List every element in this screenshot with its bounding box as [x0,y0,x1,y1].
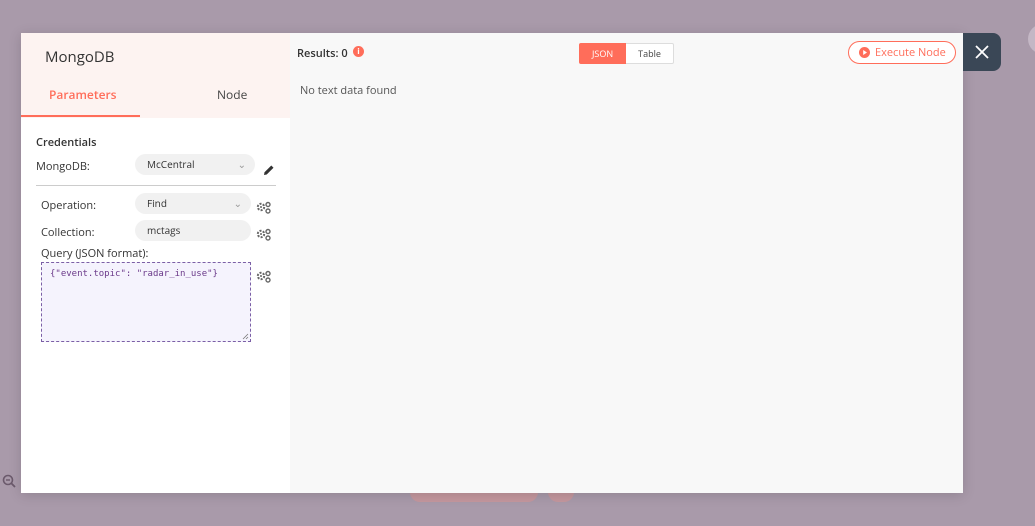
results-count: Results: 0 [297,46,348,61]
tab-node[interactable]: Node [217,86,247,103]
execute-node-label: Execute Node [875,45,946,60]
pencil-icon[interactable] [263,159,275,175]
query-json-input[interactable]: {"event.topic": "radar_in_use"} [41,262,251,342]
chevron-down-icon: ⌄ [233,196,242,210]
zoom-out-icon[interactable] [0,474,18,492]
play-circle-icon [859,47,870,58]
info-icon[interactable]: i [353,46,364,57]
query-value: {"event.topic": "radar_in_use"} [50,269,218,279]
collection-input[interactable]: mctags [135,220,251,241]
operation-label: Operation: [41,198,97,213]
node-details-dialog: MongoDB Parameters Node Credentials Mong… [21,33,963,493]
execute-node-button[interactable]: Execute Node [848,41,956,64]
operation-select[interactable]: Find ⌄ [135,193,251,214]
credentials-heading: Credentials [36,135,97,150]
mongodb-credential-value: McCentral [147,157,195,171]
canvas-node-stub [1028,24,1035,54]
collection-value: mctags [147,223,181,237]
mongodb-credential-label: MongoDB: [36,159,90,174]
view-json-button[interactable]: JSON [579,43,627,64]
empty-results-message: No text data found [300,83,397,98]
mongodb-credential-select[interactable]: McCentral ⌄ [135,154,255,175]
view-toggle: JSON Table [579,43,674,64]
panel-header: MongoDB Parameters Node [21,33,290,118]
active-tab-indicator [21,115,140,117]
node-title[interactable]: MongoDB [45,47,114,67]
gear-icon[interactable] [256,267,272,283]
resize-grip-icon[interactable] [242,333,249,340]
operation-value: Find [147,196,167,210]
divider [36,185,276,186]
gear-icon[interactable] [256,198,272,214]
close-dialog-button[interactable] [963,33,1001,71]
chevron-down-icon: ⌄ [237,157,246,171]
view-table-button[interactable]: Table [626,43,674,64]
gear-icon[interactable] [256,225,272,241]
query-label: Query (JSON format): [41,246,149,261]
close-icon [975,45,989,59]
collection-label: Collection: [41,225,95,240]
results-panel: Results: 0 i JSON Table Execute Node No … [290,33,963,493]
parameters-panel: MongoDB Parameters Node Credentials Mong… [21,33,290,493]
tab-parameters[interactable]: Parameters [49,86,117,103]
